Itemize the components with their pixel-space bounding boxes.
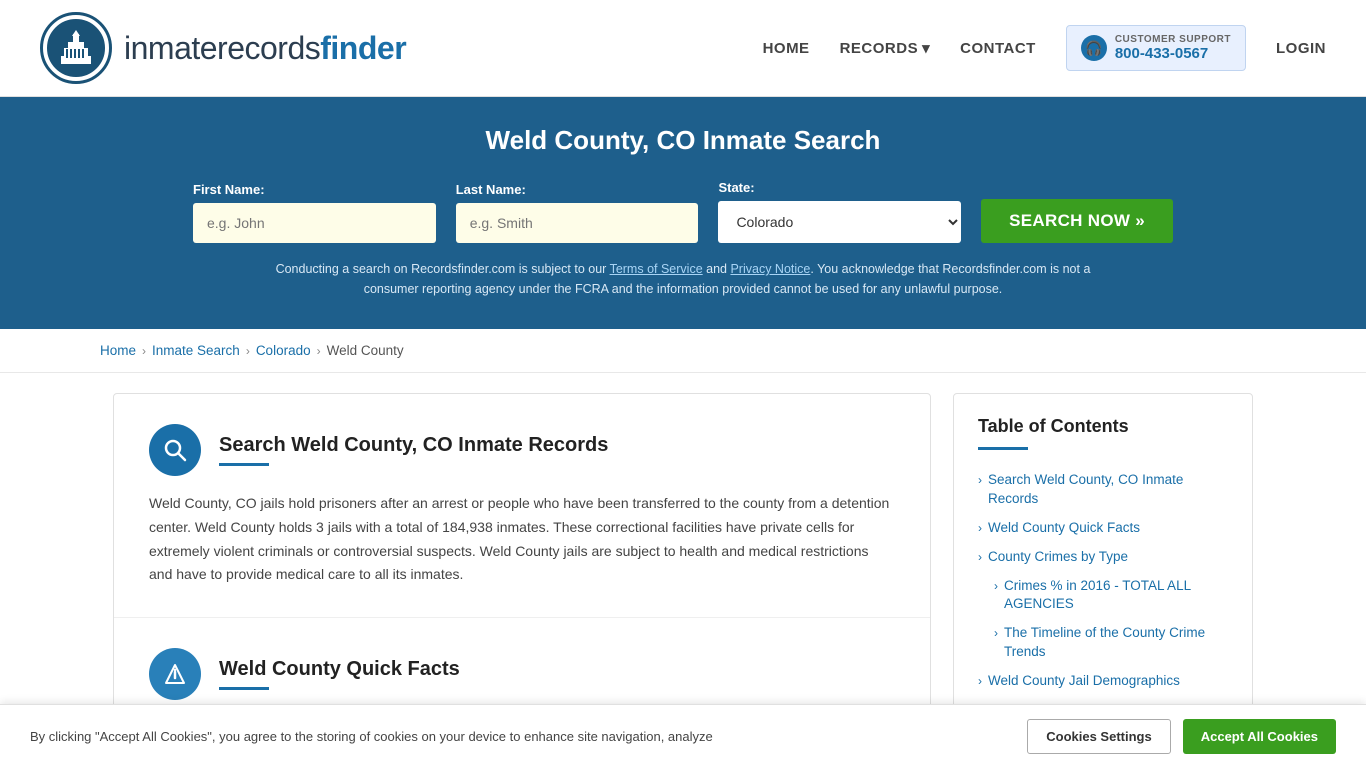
toc-link-timeline[interactable]: The Timeline of the County Crime Trends bbox=[1004, 624, 1228, 662]
state-group: State: Colorado Alabama Alaska Arizona C… bbox=[718, 180, 961, 243]
toc-link-inmate[interactable]: Search Weld County, CO Inmate Records bbox=[988, 471, 1228, 509]
last-name-input[interactable] bbox=[456, 203, 699, 243]
logo-text: inmaterecordsfinder bbox=[124, 30, 406, 67]
chevron-right-icon: › bbox=[994, 626, 998, 640]
info-icon-circle bbox=[149, 648, 201, 700]
breadcrumb-sep-1: › bbox=[142, 344, 146, 358]
breadcrumb-inmate-search[interactable]: Inmate Search bbox=[152, 343, 240, 358]
toc-item-demographics[interactable]: › Weld County Jail Demographics bbox=[978, 667, 1228, 696]
nav-records[interactable]: RECORDS ▾ bbox=[840, 39, 931, 57]
chevron-right-icon: › bbox=[978, 521, 982, 535]
breadcrumb: Home › Inmate Search › Colorado › Weld C… bbox=[0, 329, 1366, 373]
toc-link-crimes-pct[interactable]: Crimes % in 2016 - TOTAL ALL AGENCIES bbox=[1004, 577, 1228, 615]
inmate-section-body: Weld County, CO jails hold prisoners aft… bbox=[149, 492, 895, 587]
chevron-right-icon: › bbox=[994, 579, 998, 593]
quick-facts-title: Weld County Quick Facts bbox=[219, 658, 460, 681]
toc-item-inmate[interactable]: › Search Weld County, CO Inmate Records bbox=[978, 466, 1228, 514]
search-button[interactable]: SEARCH NOW » bbox=[981, 199, 1173, 243]
search-section: Weld County, CO Inmate Search First Name… bbox=[0, 97, 1366, 329]
inmate-section-title: Search Weld County, CO Inmate Records bbox=[219, 434, 608, 457]
chevron-down-icon: ▾ bbox=[922, 39, 930, 57]
cookie-buttons: Cookies Settings Accept All Cookies bbox=[1027, 719, 1336, 754]
logo-icon bbox=[40, 12, 112, 84]
search-icon-circle bbox=[149, 424, 201, 476]
chevron-right-icon: › bbox=[978, 473, 982, 487]
cookie-text: By clicking "Accept All Cookies", you ag… bbox=[30, 727, 713, 747]
toc-underline bbox=[978, 447, 1028, 450]
toc-item-crimes-type[interactable]: › County Crimes by Type bbox=[978, 543, 1228, 572]
breadcrumb-sep-3: › bbox=[317, 344, 321, 358]
logo-area: inmaterecordsfinder bbox=[40, 12, 406, 84]
search-disclaimer: Conducting a search on Recordsfinder.com… bbox=[273, 259, 1093, 299]
toc-link-crimes-type[interactable]: County Crimes by Type bbox=[988, 548, 1128, 567]
section-header-facts: Weld County Quick Facts bbox=[149, 648, 895, 700]
site-header: inmaterecordsfinder HOME RECORDS ▾ CONTA… bbox=[0, 0, 1366, 97]
section-title-wrapper: Search Weld County, CO Inmate Records bbox=[219, 434, 608, 466]
first-name-input[interactable] bbox=[193, 203, 436, 243]
search-form: First Name: Last Name: State: Colorado A… bbox=[193, 180, 1173, 243]
toc-title: Table of Contents bbox=[978, 416, 1228, 437]
breadcrumb-home[interactable]: Home bbox=[100, 343, 136, 358]
toc-item-quickfacts[interactable]: › Weld County Quick Facts bbox=[978, 514, 1228, 543]
login-button[interactable]: LOGIN bbox=[1276, 40, 1326, 57]
first-name-group: First Name: bbox=[193, 182, 436, 243]
nav-contact[interactable]: CONTACT bbox=[960, 40, 1036, 57]
chevron-right-icon: › bbox=[978, 674, 982, 688]
headset-icon: 🎧 bbox=[1081, 35, 1107, 61]
cookie-banner: By clicking "Accept All Cookies", you ag… bbox=[0, 704, 1366, 768]
title-underline-facts bbox=[219, 687, 269, 690]
main-content: Search Weld County, CO Inmate Records We… bbox=[93, 393, 1273, 748]
breadcrumb-sep-2: › bbox=[246, 344, 250, 358]
right-sidebar: Table of Contents › Search Weld County, … bbox=[953, 393, 1253, 748]
title-underline bbox=[219, 463, 269, 466]
first-name-label: First Name: bbox=[193, 182, 436, 197]
toc-link-demographics[interactable]: Weld County Jail Demographics bbox=[988, 672, 1180, 691]
last-name-group: Last Name: bbox=[456, 182, 699, 243]
cookie-accept-button[interactable]: Accept All Cookies bbox=[1183, 719, 1336, 754]
left-column: Search Weld County, CO Inmate Records We… bbox=[113, 393, 931, 748]
toc-link-quickfacts[interactable]: Weld County Quick Facts bbox=[988, 519, 1140, 538]
inmate-records-section: Search Weld County, CO Inmate Records We… bbox=[114, 394, 930, 618]
toc-item-timeline[interactable]: › The Timeline of the County Crime Trend… bbox=[978, 619, 1228, 667]
state-select[interactable]: Colorado Alabama Alaska Arizona Californ… bbox=[718, 201, 961, 243]
state-label: State: bbox=[718, 180, 961, 195]
breadcrumb-state[interactable]: Colorado bbox=[256, 343, 311, 358]
breadcrumb-county: Weld County bbox=[327, 343, 404, 358]
table-of-contents: Table of Contents › Search Weld County, … bbox=[953, 393, 1253, 748]
terms-link[interactable]: Terms of Service bbox=[610, 262, 703, 276]
toc-item-crimes-pct[interactable]: › Crimes % in 2016 - TOTAL ALL AGENCIES bbox=[978, 572, 1228, 620]
cookie-settings-button[interactable]: Cookies Settings bbox=[1027, 719, 1170, 754]
nav-home[interactable]: HOME bbox=[763, 40, 810, 57]
search-title: Weld County, CO Inmate Search bbox=[40, 125, 1326, 156]
customer-support-box[interactable]: 🎧 CUSTOMER SUPPORT 800-433-0567 bbox=[1066, 25, 1246, 71]
support-info: CUSTOMER SUPPORT 800-433-0567 bbox=[1115, 34, 1231, 62]
main-nav: HOME RECORDS ▾ CONTACT 🎧 CUSTOMER SUPPOR… bbox=[763, 25, 1326, 71]
section-header-inmate: Search Weld County, CO Inmate Records bbox=[149, 424, 895, 476]
section-title-wrapper-facts: Weld County Quick Facts bbox=[219, 658, 460, 690]
chevron-right-icon: › bbox=[978, 550, 982, 564]
last-name-label: Last Name: bbox=[456, 182, 699, 197]
privacy-link[interactable]: Privacy Notice bbox=[730, 262, 810, 276]
